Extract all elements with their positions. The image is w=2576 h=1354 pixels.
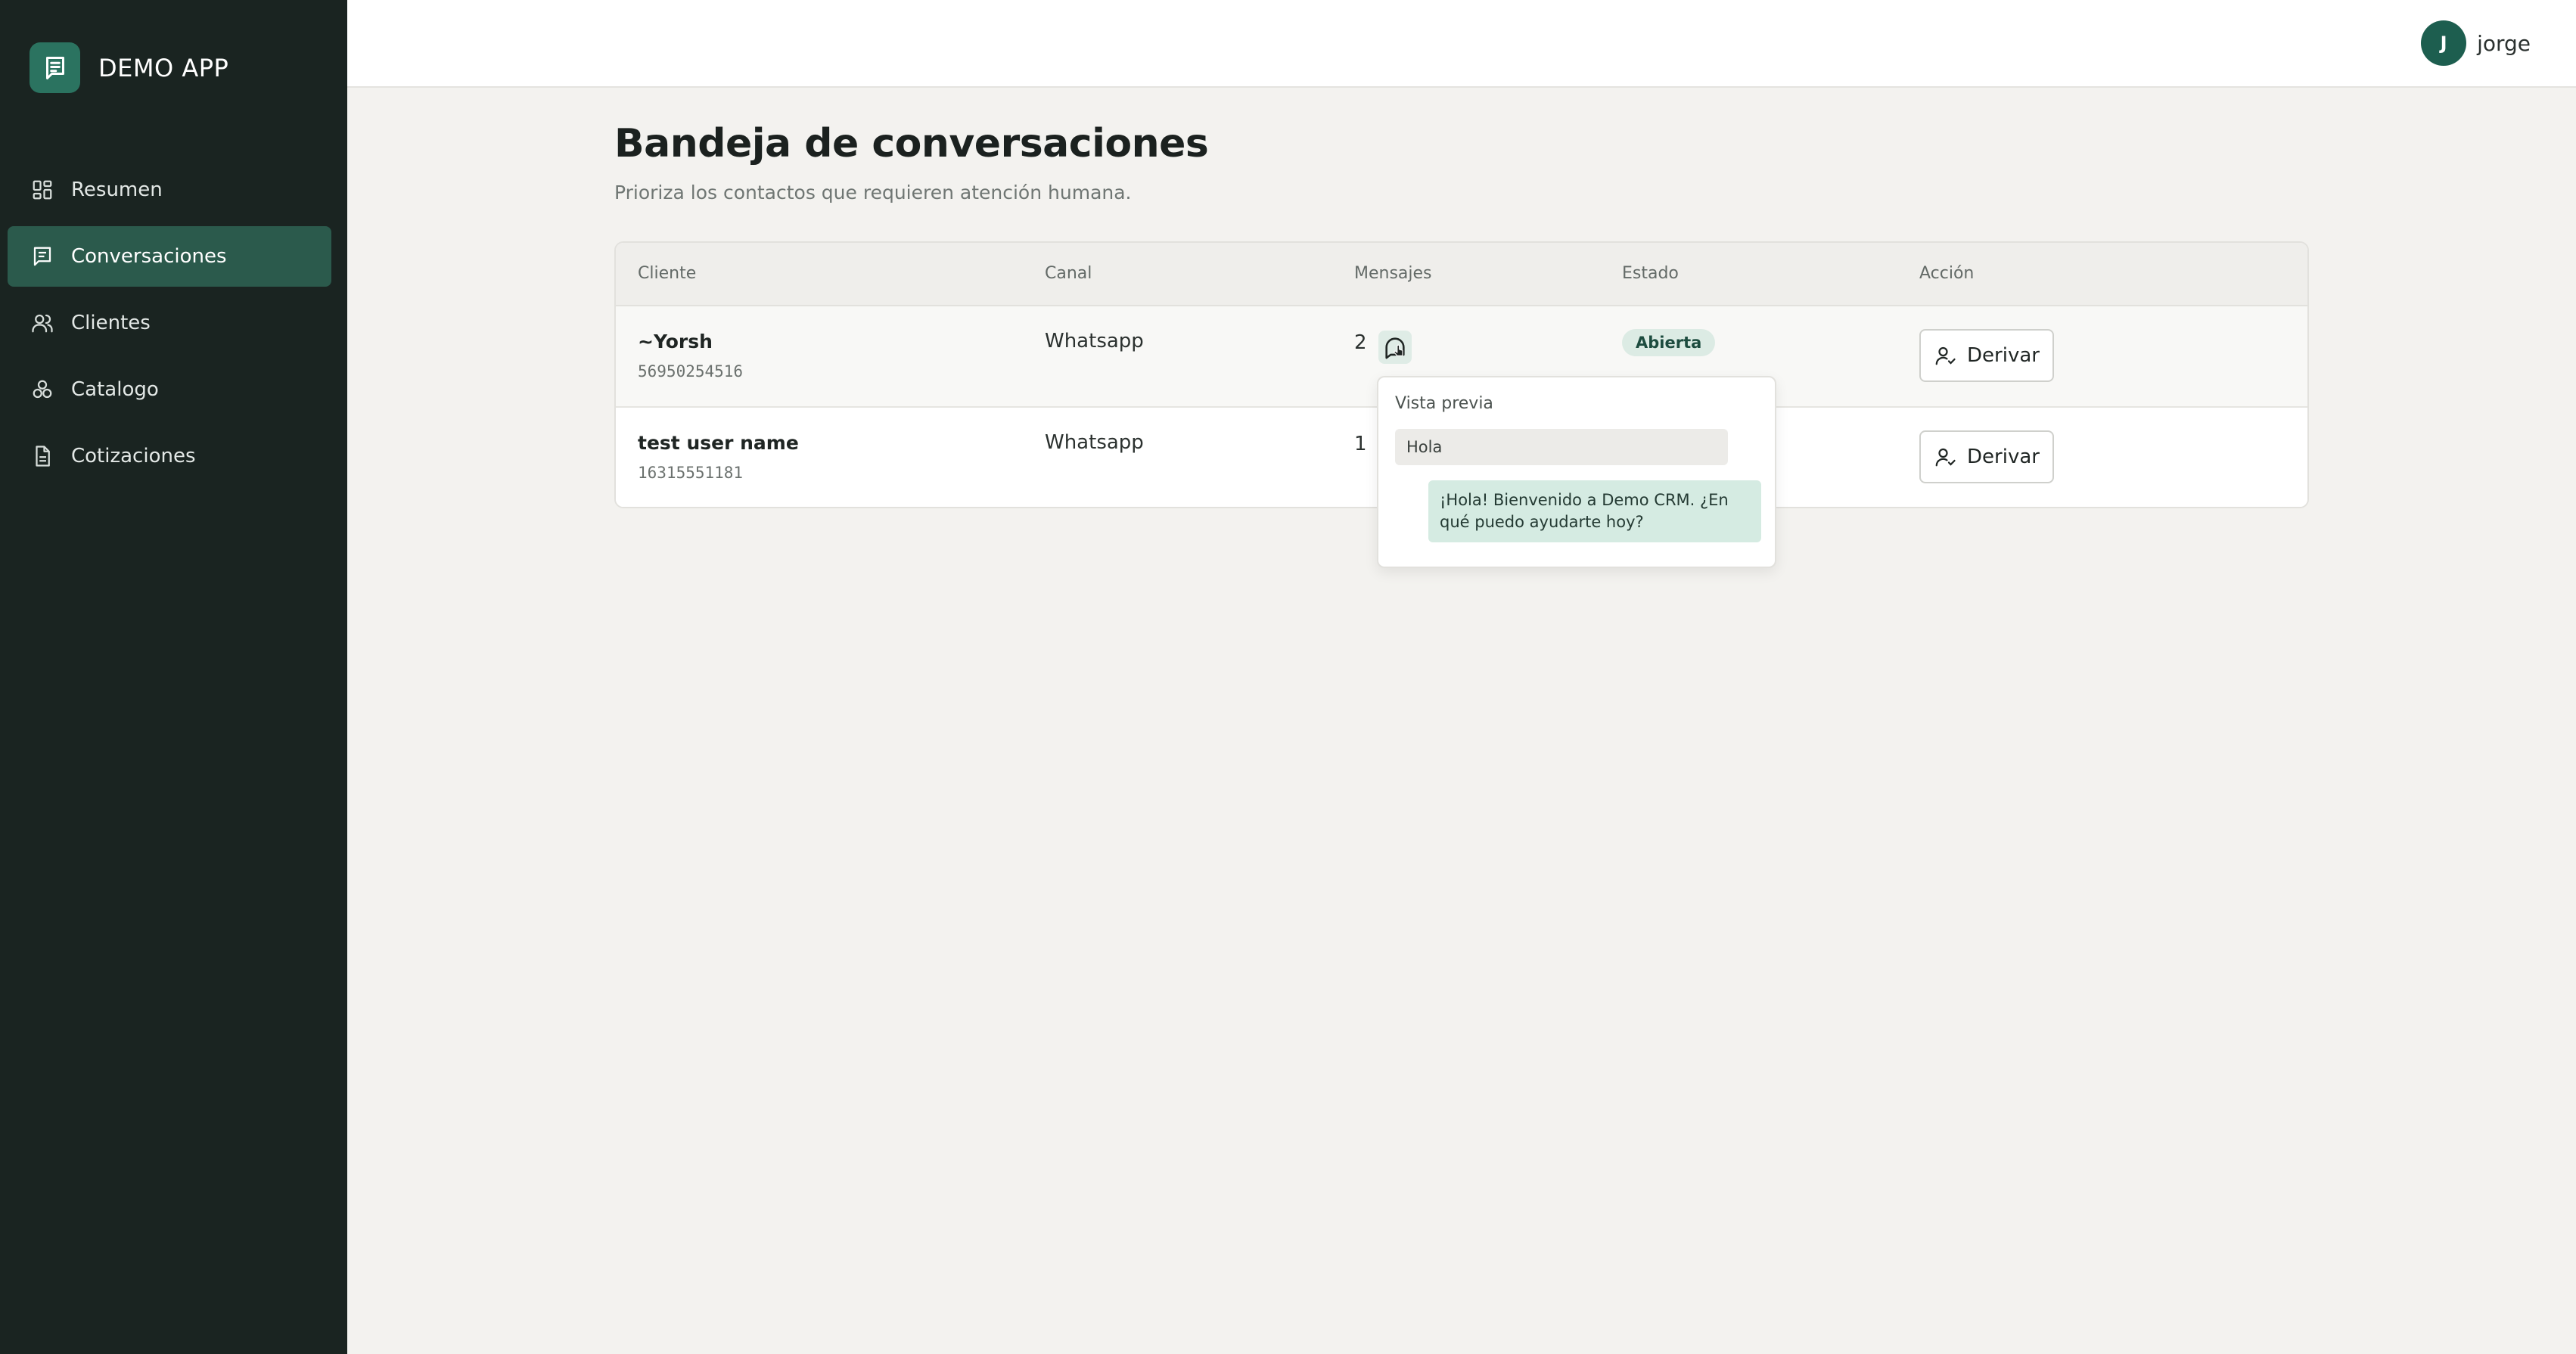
sidebar: DEMO APP Resumen Conversaciones Clientes… <box>0 0 347 1354</box>
derivar-button[interactable]: Derivar <box>1919 430 2054 483</box>
sidebar-item-conversaciones[interactable]: Conversaciones <box>8 226 331 287</box>
message-count: 2 <box>1354 331 1367 354</box>
users-icon <box>30 310 55 336</box>
sidebar-nav: Resumen Conversaciones Clientes Catalogo… <box>8 160 331 492</box>
column-header-mensajes: Mensajes <box>1354 264 1432 283</box>
user-menu[interactable]: J jorge <box>2421 20 2531 66</box>
shapes-icon <box>30 377 55 402</box>
sidebar-item-label: Cotizaciones <box>71 445 196 467</box>
avatar: J <box>2421 20 2467 66</box>
client-phone: 16315551181 <box>638 464 744 482</box>
brand[interactable]: DEMO APP <box>30 42 228 93</box>
derivar-label: Derivar <box>1967 446 2040 468</box>
client-phone: 56950254516 <box>638 362 744 380</box>
brand-logo-icon <box>30 42 80 93</box>
sidebar-item-label: Catalogo <box>71 378 159 401</box>
message-preview-popover: Vista previa Hola ¡Hola! Bienvenido a De… <box>1377 376 1776 568</box>
status-badge: Abierta <box>1622 329 1716 356</box>
sidebar-item-clientes[interactable]: Clientes <box>8 293 331 353</box>
user-check-icon <box>1934 446 1956 468</box>
outgoing-message: ¡Hola! Bienvenido a Demo CRM. ¿En qué pu… <box>1428 480 1761 542</box>
document-icon <box>30 443 55 469</box>
page-subtitle: Prioriza los contactos que requieren ate… <box>614 182 1132 203</box>
client-name: ~Yorsh <box>638 331 713 352</box>
channel: Whatsapp <box>1045 431 1144 454</box>
sidebar-item-catalogo[interactable]: Catalogo <box>8 359 331 420</box>
column-header-cliente: Cliente <box>638 264 697 283</box>
sidebar-item-cotizaciones[interactable]: Cotizaciones <box>8 426 331 486</box>
table-header: Cliente Canal Mensajes Estado Acción <box>616 243 2307 306</box>
user-check-icon <box>1934 344 1956 367</box>
sidebar-item-label: Resumen <box>71 179 163 201</box>
page-title: Bandeja de conversaciones <box>614 121 1209 166</box>
column-header-canal: Canal <box>1045 264 1092 283</box>
brand-name: DEMO APP <box>98 53 229 82</box>
user-name: jorge <box>2477 30 2531 56</box>
chat-bubble-icon <box>1385 337 1405 359</box>
preview-title: Vista previa <box>1395 394 1493 413</box>
column-header-accion: Acción <box>1919 264 1975 283</box>
sidebar-item-resumen[interactable]: Resumen <box>8 160 331 220</box>
incoming-message: Hola <box>1395 429 1728 465</box>
chat-icon <box>30 244 55 269</box>
client-name: test user name <box>638 432 799 454</box>
sidebar-item-label: Conversaciones <box>71 245 227 268</box>
derivar-label: Derivar <box>1967 344 2040 367</box>
topbar: J jorge <box>347 0 2576 88</box>
message-preview-button[interactable] <box>1378 331 1412 364</box>
column-header-estado: Estado <box>1622 264 1679 283</box>
channel: Whatsapp <box>1045 330 1144 352</box>
sidebar-item-label: Clientes <box>71 312 151 334</box>
grid-icon <box>30 177 55 203</box>
message-count: 1 <box>1354 433 1367 455</box>
derivar-button[interactable]: Derivar <box>1919 329 2054 382</box>
